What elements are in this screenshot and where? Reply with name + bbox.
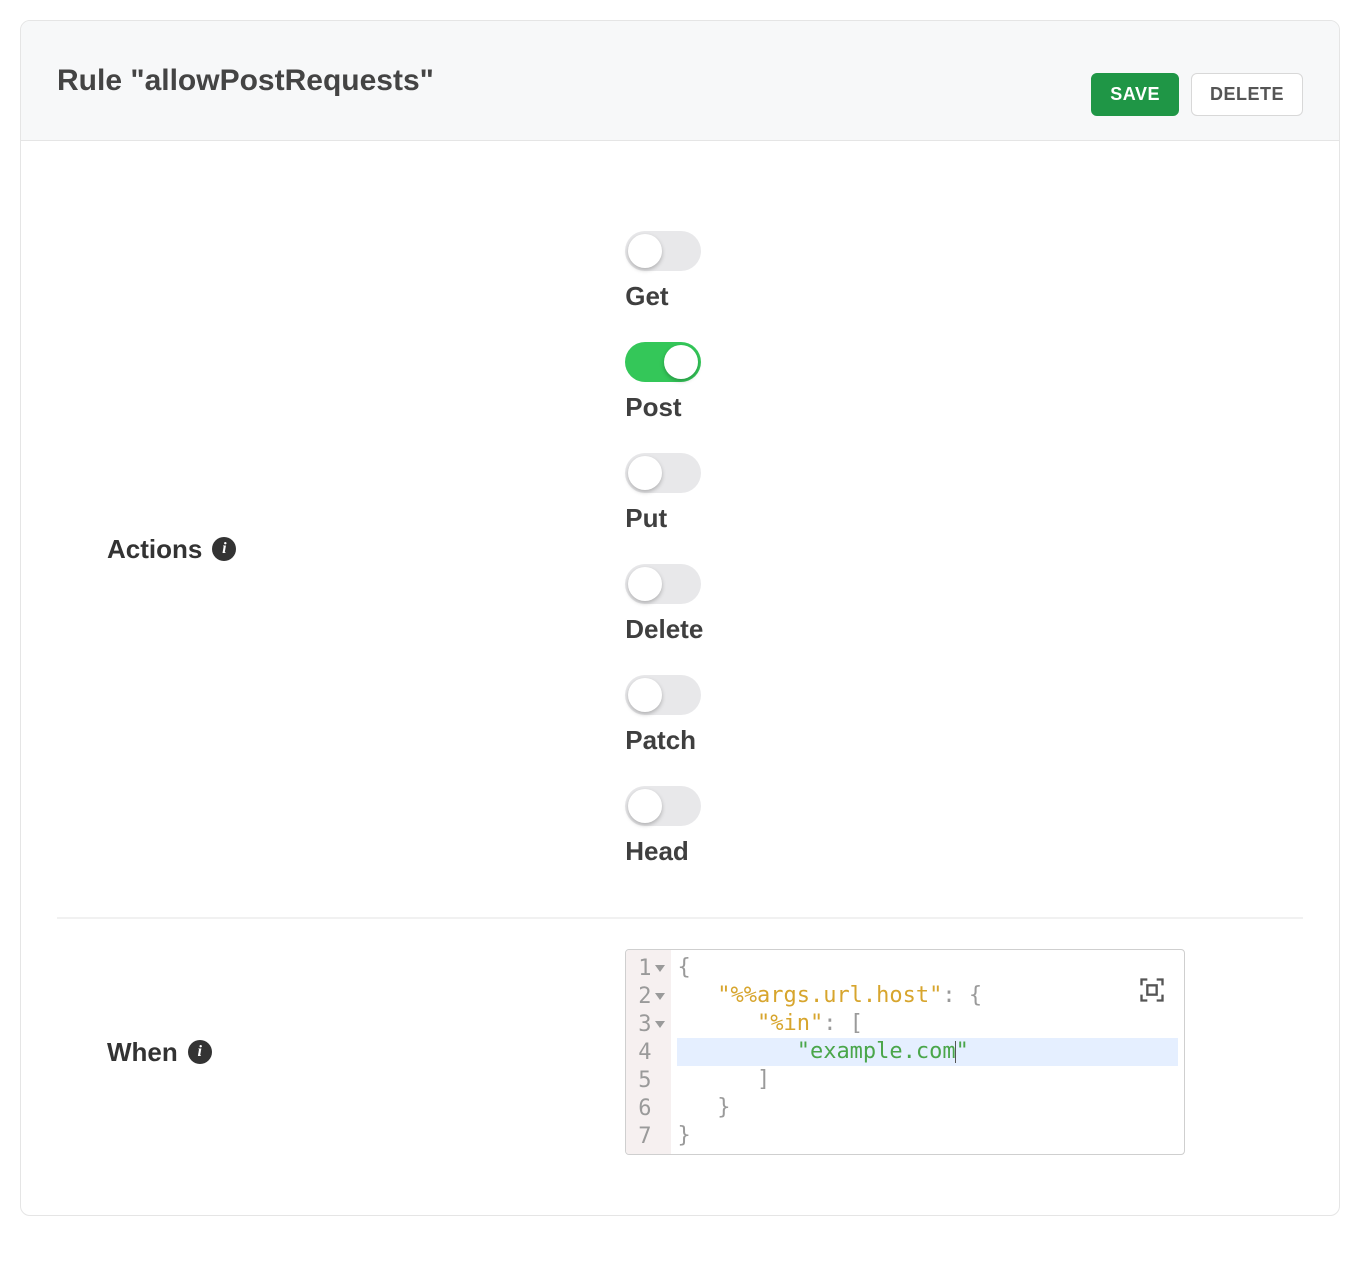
code-line[interactable]: "example.com" [677, 1038, 1178, 1066]
token-punc: : [ [823, 1011, 863, 1036]
toggle-knob [628, 789, 662, 823]
delete-button[interactable]: DELETE [1191, 73, 1303, 116]
toggle-post[interactable] [625, 342, 701, 382]
token-punc: } [677, 1123, 690, 1148]
code-line[interactable]: } [677, 1122, 1178, 1150]
fullscreen-icon[interactable] [1138, 976, 1166, 1004]
token-key: "%in" [757, 1011, 823, 1036]
code-line[interactable]: } [677, 1094, 1178, 1122]
when-row: When i 1 2 3 4 5 6 7 { "%%args.url.host": { "%… [57, 919, 1303, 1205]
editor-gutter: 1 2 3 4 5 6 7 [626, 950, 671, 1154]
toggle-label-get: Get [625, 281, 1303, 312]
fold-icon[interactable] [655, 1021, 665, 1028]
when-content: 1 2 3 4 5 6 7 { "%%args.url.host": { "%in": [ … [625, 949, 1303, 1155]
editor-code[interactable]: { "%%args.url.host": { "%in": [ "example… [671, 950, 1184, 1154]
gutter-line: 6 [638, 1094, 665, 1122]
token-str: " [956, 1039, 969, 1064]
line-number: 1 [638, 956, 651, 981]
actions-label: Actions i [57, 534, 605, 565]
line-number: 4 [638, 1040, 651, 1065]
toggle-item-head: Head [625, 786, 1303, 867]
when-label: When i [57, 1037, 605, 1068]
actions-row: Actions i Get Post Put Delete Patch Head [57, 201, 1303, 919]
page-title: Rule "allowPostRequests" [57, 64, 434, 98]
toggle-delete[interactable] [625, 564, 701, 604]
fold-icon[interactable] [655, 993, 665, 1000]
actions-label-text: Actions [107, 534, 202, 565]
toggle-list: Get Post Put Delete Patch Head [625, 231, 1303, 867]
line-number: 7 [638, 1124, 651, 1149]
code-editor[interactable]: 1 2 3 4 5 6 7 { "%%args.url.host": { "%in": [ … [625, 949, 1185, 1155]
gutter-line: 7 [638, 1122, 665, 1150]
code-line[interactable]: "%in": [ [677, 1010, 1178, 1038]
toggle-knob [664, 345, 698, 379]
toggle-item-delete: Delete [625, 564, 1303, 645]
actions-content: Get Post Put Delete Patch Head [625, 231, 1303, 867]
header-buttons: SAVE DELETE [1091, 73, 1303, 116]
gutter-line: 1 [638, 954, 665, 982]
token-punc: { [677, 955, 690, 980]
line-number: 5 [638, 1068, 651, 1093]
when-label-text: When [107, 1037, 178, 1068]
token-str: "example.com [797, 1039, 956, 1064]
toggle-knob [628, 567, 662, 601]
toggle-knob [628, 456, 662, 490]
gutter-line: 4 [638, 1038, 665, 1066]
info-icon[interactable]: i [212, 537, 236, 561]
token-punc: ] [757, 1067, 770, 1092]
toggle-item-get: Get [625, 231, 1303, 312]
info-icon[interactable]: i [188, 1040, 212, 1064]
toggle-item-post: Post [625, 342, 1303, 423]
code-line[interactable]: { [677, 954, 1178, 982]
gutter-line: 3 [638, 1010, 665, 1038]
toggle-label-put: Put [625, 503, 1303, 534]
toggle-item-patch: Patch [625, 675, 1303, 756]
save-button[interactable]: SAVE [1091, 73, 1179, 116]
toggle-label-post: Post [625, 392, 1303, 423]
toggle-knob [628, 234, 662, 268]
toggle-label-head: Head [625, 836, 1303, 867]
toggle-patch[interactable] [625, 675, 701, 715]
rule-panel: Rule "allowPostRequests" SAVE DELETE Act… [20, 20, 1340, 1216]
toggle-put[interactable] [625, 453, 701, 493]
fold-icon[interactable] [655, 965, 665, 972]
gutter-line: 2 [638, 982, 665, 1010]
toggle-knob [628, 678, 662, 712]
token-punc: : { [942, 983, 982, 1008]
token-key: "%%args.url.host" [717, 983, 942, 1008]
toggle-label-patch: Patch [625, 725, 1303, 756]
line-number: 3 [638, 1012, 651, 1037]
panel-body: Actions i Get Post Put Delete Patch Head When… [21, 141, 1339, 1215]
code-line[interactable]: ] [677, 1066, 1178, 1094]
toggle-get[interactable] [625, 231, 701, 271]
toggle-head[interactable] [625, 786, 701, 826]
panel-header: Rule "allowPostRequests" SAVE DELETE [21, 21, 1339, 141]
toggle-label-delete: Delete [625, 614, 1303, 645]
line-number: 6 [638, 1096, 651, 1121]
code-line[interactable]: "%%args.url.host": { [677, 982, 1178, 1010]
toggle-item-put: Put [625, 453, 1303, 534]
token-punc: } [717, 1095, 730, 1120]
gutter-line: 5 [638, 1066, 665, 1094]
line-number: 2 [638, 984, 651, 1009]
